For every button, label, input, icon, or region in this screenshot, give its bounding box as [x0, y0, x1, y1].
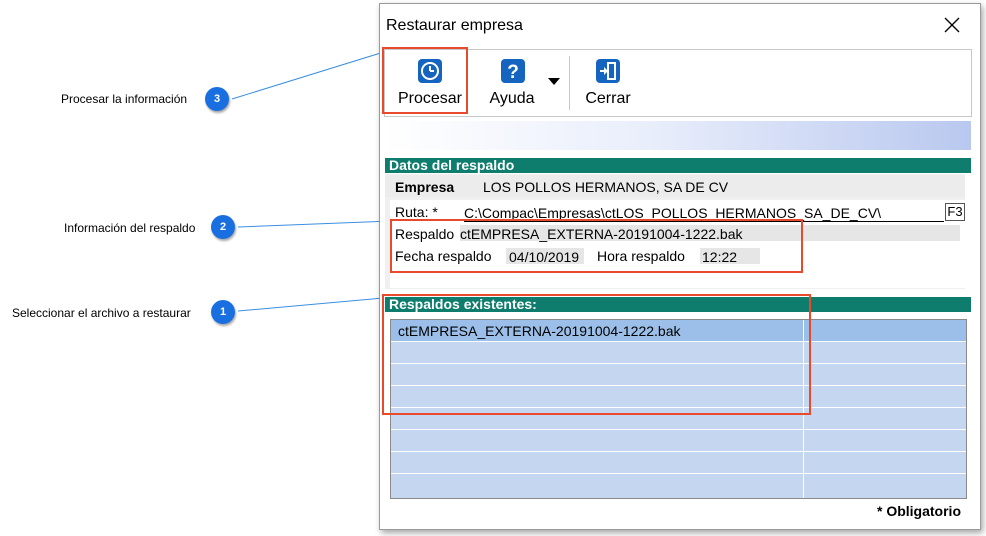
empresa-label: Empresa [395, 179, 455, 195]
help-icon: ? [501, 59, 525, 83]
ruta-f3-button[interactable]: F3 [945, 203, 965, 221]
title-bar[interactable]: Restaurar empresa [380, 4, 980, 44]
chevron-down-icon[interactable] [548, 78, 560, 86]
callout-badge-1: 1 [211, 300, 235, 324]
banner-band [385, 121, 971, 150]
table-row[interactable] [391, 430, 966, 452]
highlight-procesar [382, 47, 468, 114]
ruta-label: Ruta: * [395, 204, 438, 220]
callout-badge-2: 2 [211, 215, 235, 239]
ayuda-button[interactable]: ? Ayuda [477, 50, 547, 116]
toolbar: Procesar ? Ayuda Cerrar [384, 49, 972, 117]
empresa-value: LOS POLLOS HERMANOS, SA DE CV [483, 179, 729, 195]
callout-badge-3: 3 [205, 87, 229, 111]
table-row[interactable] [391, 474, 966, 496]
cerrar-label: Cerrar [585, 90, 631, 107]
callout-line-3 [231, 50, 388, 100]
callout-line-2 [237, 220, 393, 228]
close-icon[interactable] [937, 10, 967, 40]
window-title: Restaurar empresa [386, 17, 523, 34]
callout-label-informacion: Información del respaldo [64, 221, 196, 235]
datos-respaldo-header: Datos del respaldo [385, 158, 971, 173]
ayuda-label: Ayuda [489, 90, 535, 107]
svg-text:?: ? [507, 62, 519, 83]
callout-label-seleccionar: Seleccionar el archivo a restaurar [12, 306, 191, 320]
toolbar-separator [569, 56, 570, 110]
callout-line-1 [237, 297, 385, 312]
table-row[interactable] [391, 452, 966, 474]
highlight-informacion [390, 219, 803, 273]
cerrar-button[interactable]: Cerrar [573, 50, 643, 116]
callout-label-procesar: Procesar la información [61, 92, 188, 106]
obligatorio-note: * Obligatorio [877, 503, 961, 519]
exit-door-icon [596, 59, 620, 83]
highlight-respaldos [382, 294, 811, 415]
